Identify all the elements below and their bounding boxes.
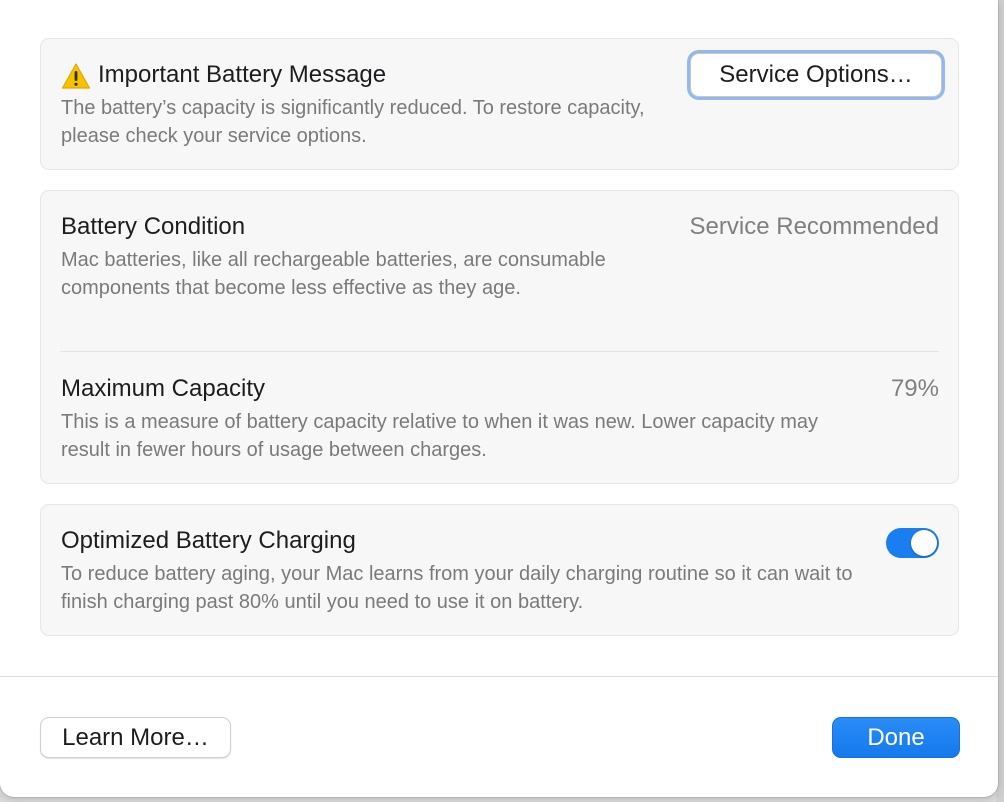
optimized-charging-panel: Optimized Battery Charging To reduce bat… xyxy=(40,504,959,636)
maximum-capacity-description: This is a measure of battery capacity re… xyxy=(61,411,819,461)
footer-divider xyxy=(0,676,998,677)
toggle-knob xyxy=(911,530,937,556)
battery-health-sheet: Important Battery Message The battery’s … xyxy=(0,0,998,797)
section-divider xyxy=(60,351,939,352)
battery-message-description: The battery’s capacity is significantly … xyxy=(61,97,645,147)
battery-message-title: Important Battery Message xyxy=(98,61,387,88)
battery-condition-value: Service Recommended xyxy=(689,213,939,240)
battery-message-panel: Important Battery Message The battery’s … xyxy=(40,38,959,170)
maximum-capacity-value: 79% xyxy=(890,375,939,402)
optimized-charging-title: Optimized Battery Charging xyxy=(61,527,356,554)
warning-icon xyxy=(61,63,91,89)
battery-health-panel: Battery Condition Service Recommended Ma… xyxy=(40,190,959,484)
service-options-button[interactable]: Service Options… xyxy=(690,53,942,97)
maximum-capacity-title: Maximum Capacity xyxy=(61,375,266,402)
optimized-charging-toggle[interactable] xyxy=(886,528,939,558)
done-button[interactable]: Done xyxy=(832,717,960,758)
battery-condition-description: Mac batteries, like all rechargeable bat… xyxy=(61,249,606,299)
battery-condition-title: Battery Condition xyxy=(61,213,246,240)
learn-more-button[interactable]: Learn More… xyxy=(40,717,231,758)
optimized-charging-description: To reduce battery aging, your Mac learns… xyxy=(61,563,853,613)
